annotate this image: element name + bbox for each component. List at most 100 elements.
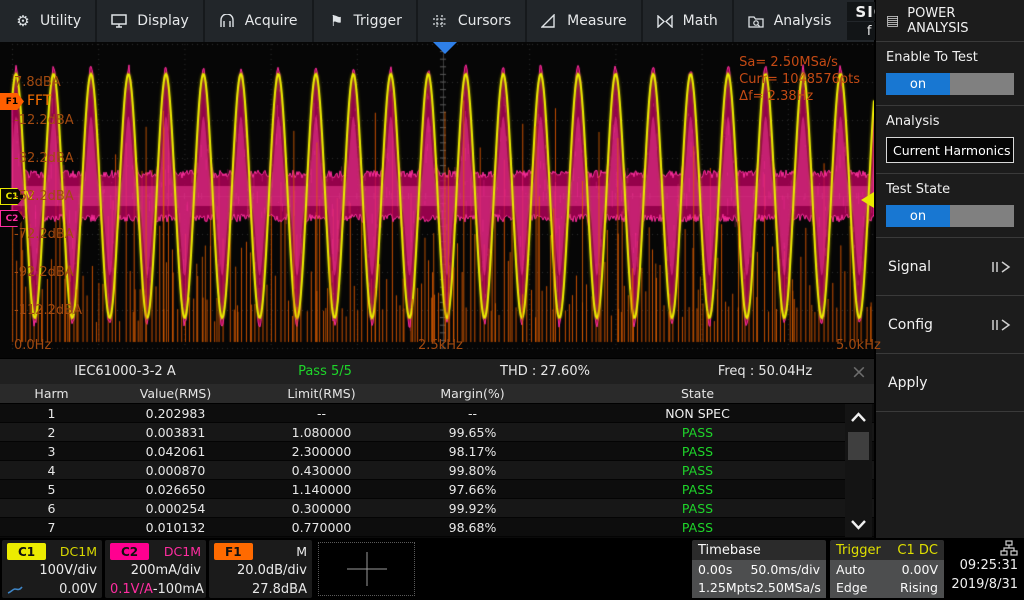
display-icon <box>111 14 129 28</box>
table-cell: 97.66% <box>448 481 497 497</box>
c1-scale: 100V/div <box>39 563 97 578</box>
table-header: Margin(%) <box>440 386 505 401</box>
close-icon[interactable]: × <box>844 359 874 385</box>
test-state-label: Test State <box>886 182 951 197</box>
table-cell: 98.68% <box>448 519 497 535</box>
menu-item-math[interactable]: Math <box>643 0 734 42</box>
menu-label: Cursors <box>457 13 512 29</box>
table-scrollbar <box>845 404 872 537</box>
table-cell: 5 <box>47 481 56 497</box>
trigger-mode: Auto <box>836 562 866 577</box>
table-cell: 1.140000 <box>291 481 352 497</box>
table-header: Harm <box>34 386 69 401</box>
freq-readout: Freq : 50.04Hz <box>717 364 813 379</box>
fft-label: FFT <box>27 93 52 109</box>
menu-item-analysis[interactable]: Analysis <box>734 0 846 42</box>
timebase-label: Timebase <box>698 542 761 558</box>
math-icon <box>656 14 675 28</box>
timebase-descriptor[interactable]: Timebase 0.00s 50.0ms/div 1.25Mpts 2.50M… <box>692 540 826 598</box>
crosshair-icon <box>346 552 387 586</box>
table-cell: NON SPEC <box>665 405 730 421</box>
menu-label: Utility <box>40 13 82 29</box>
table-cell: 6 <box>47 500 56 516</box>
test-state-toggle[interactable]: on <box>886 205 1014 227</box>
table-cell: 0.042061 <box>145 443 206 459</box>
submenu-arrow-icon <box>992 260 1011 273</box>
table-cell: 0.202983 <box>145 405 206 421</box>
standard-label: IEC61000-3-2 A <box>74 364 176 379</box>
apply-label: Apply <box>888 374 928 391</box>
table-cell: 1.080000 <box>291 424 352 440</box>
channel2-descriptor[interactable]: C2 DC1M 200mA/div 0.1V/A -100mA <box>105 540 206 598</box>
table-cell: PASS <box>681 519 714 535</box>
f1-mode: M <box>296 544 307 559</box>
table-cell: 98.17% <box>448 443 497 459</box>
pass-status: Pass 5/5 <box>298 364 352 379</box>
gear-icon: ⚙ <box>16 12 30 30</box>
trigger-level: 0.00V <box>901 562 938 577</box>
table-cell: 0.770000 <box>291 519 352 535</box>
network-icon[interactable] <box>1000 540 1018 556</box>
test-state-section: Test State on <box>876 174 1024 238</box>
table-cell: 99.92% <box>448 500 497 516</box>
table-header: Value(RMS) <box>139 386 212 401</box>
scroll-down-icon[interactable] <box>845 511 872 537</box>
trigger-descriptor[interactable]: Trigger C1 DC Auto 0.00V Edge Rising <box>830 540 944 598</box>
clock-area: 09:25:31 2019/8/31 <box>948 540 1022 598</box>
toggle-on-half: on <box>886 73 950 95</box>
table-cell: 99.80% <box>448 462 497 478</box>
table-cell: 4 <box>47 462 56 478</box>
menu-item-cursors[interactable]: Cursors <box>418 0 528 42</box>
scrollbar-thumb[interactable] <box>848 432 869 460</box>
enable-toggle[interactable]: on <box>886 73 1014 95</box>
toggle-off-half <box>950 205 1014 227</box>
analysis-dropdown[interactable]: Current Harmonics <box>886 137 1014 163</box>
timebase-rate: 2.50MSa/s <box>755 580 821 595</box>
c1-offset: 0.00V <box>59 582 97 597</box>
table-header: State <box>680 386 715 401</box>
offset-cursor-icon <box>7 585 23 594</box>
table-row: 5 0.026650 1.140000 97.66% PASS <box>0 480 874 499</box>
table-cell: 7 <box>47 519 56 535</box>
empty-channel-slot[interactable] <box>318 542 415 596</box>
menu-item-acquire[interactable]: Acquire <box>205 0 314 42</box>
f1-chip: F1 <box>214 543 253 560</box>
table-cell: -- <box>467 405 478 421</box>
math-f1-descriptor[interactable]: F1 M 20.0dB/div 27.8dBA <box>209 540 312 598</box>
menu-label: Display <box>137 13 189 29</box>
trigger-label: Trigger <box>836 542 881 558</box>
table-cell: 3 <box>47 443 56 459</box>
analysis-label: Analysis <box>886 114 940 129</box>
table-cell: 0.010132 <box>145 519 206 535</box>
table-header: Limit(RMS) <box>287 386 356 401</box>
table-cell: 2 <box>47 424 56 440</box>
menu-label: Trigger <box>353 13 402 29</box>
scroll-up-icon[interactable] <box>845 404 872 430</box>
flag-icon: ⚑ <box>329 12 344 30</box>
table-row: 4 0.000870 0.430000 99.80% PASS <box>0 461 874 480</box>
table-cell: 0.000870 <box>145 462 206 478</box>
menu-label: Math <box>682 13 718 29</box>
config-menu-item[interactable]: Config <box>876 296 1024 354</box>
c1-coupling: DC1M <box>59 544 97 559</box>
table-cell: 2.300000 <box>291 443 352 459</box>
menu-item-trigger[interactable]: ⚑ Trigger <box>314 0 418 42</box>
test-result-bar: IEC61000-3-2 A Pass 5/5 THD : 27.60% Fre… <box>0 358 874 384</box>
menu-label: Measure <box>567 13 627 29</box>
menu-label: Analysis <box>773 13 832 29</box>
analysis-value: Current Harmonics <box>893 142 1011 158</box>
signal-menu-item[interactable]: Signal <box>876 238 1024 296</box>
channel1-descriptor[interactable]: C1 DC1M 100V/div 0.00V <box>2 540 102 598</box>
apply-button[interactable]: Apply <box>876 354 1024 412</box>
scope-screen: ⚙ Utility Display Acquire ⚑ Trigger Curs… <box>0 0 1024 600</box>
menu-item-measure[interactable]: Measure <box>527 0 643 42</box>
analysis-icon <box>748 14 766 28</box>
table-cell: 99.65% <box>448 424 497 440</box>
trigger-slope: Rising <box>899 580 938 595</box>
status-bar: C1 DC1M 100V/div 0.00V C2 DC1M 200mA/div… <box>0 538 1024 600</box>
table-cell: 0.026650 <box>145 481 206 497</box>
table-cell: 0.430000 <box>291 462 352 478</box>
menu-item-utility[interactable]: ⚙ Utility <box>0 0 98 42</box>
thd-readout: THD : 27.60% <box>500 364 590 379</box>
menu-item-display[interactable]: Display <box>97 0 205 42</box>
